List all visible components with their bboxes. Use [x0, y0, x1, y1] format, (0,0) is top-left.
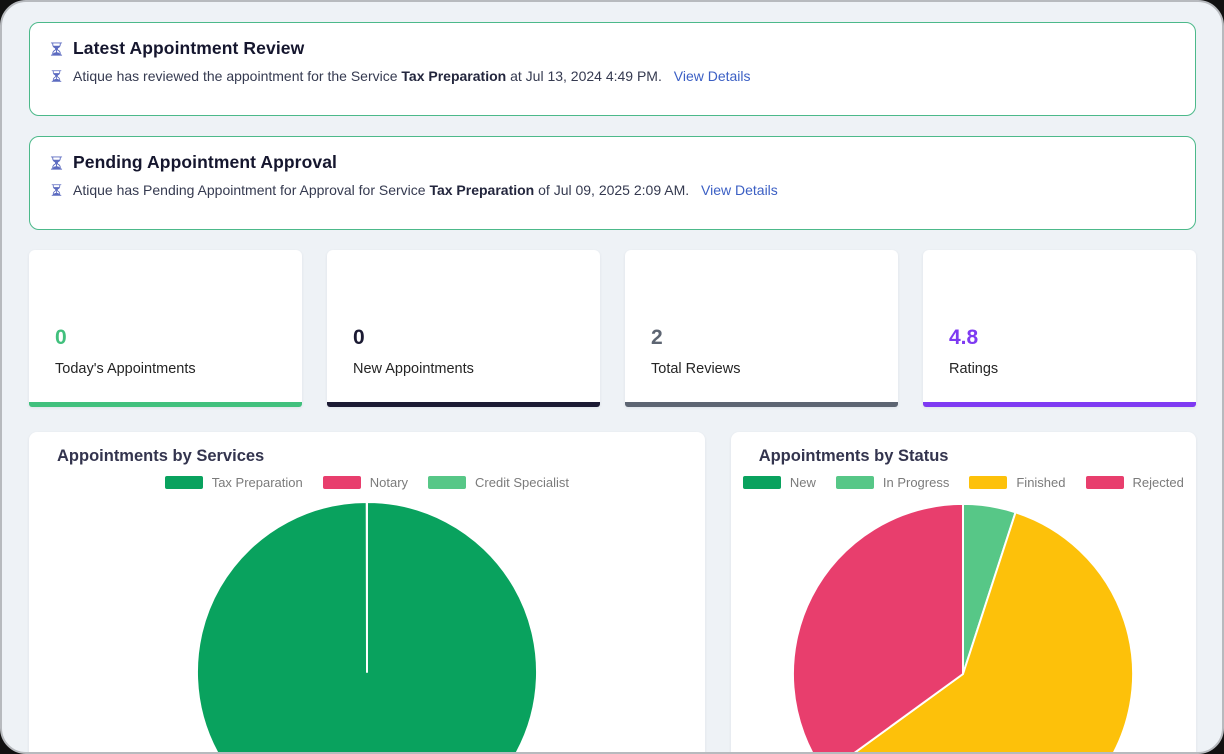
pie-svg	[788, 499, 1138, 754]
dashboard-content: Latest Appointment Review Atique has rev…	[2, 2, 1222, 754]
chart-legend: New In Progress Finished Rejected	[731, 475, 1196, 490]
legend-swatch	[969, 476, 1007, 489]
stat-label: New Appointments	[353, 361, 574, 377]
stats-row: 0 Today's Appointments 0 New Appointment…	[29, 250, 1196, 407]
charts-row: Appointments by Services Tax Preparation…	[29, 432, 1196, 754]
view-details-link[interactable]: View Details	[701, 182, 778, 198]
legend-swatch	[1086, 476, 1124, 489]
legend-swatch	[428, 476, 466, 489]
legend-item[interactable]: Finished	[969, 475, 1065, 490]
legend-item[interactable]: Notary	[323, 475, 408, 490]
legend-label: Credit Specialist	[475, 475, 569, 490]
legend-item[interactable]: Credit Specialist	[428, 475, 569, 490]
pie-chart-status	[731, 499, 1196, 754]
legend-item[interactable]: Rejected	[1086, 475, 1184, 490]
chart-title: Appointments by Status	[731, 447, 1196, 466]
stat-card-new-appointments: 0 New Appointments	[327, 250, 600, 407]
stat-value: 4.8	[949, 327, 1170, 348]
stat-card-ratings: 4.8 Ratings	[923, 250, 1196, 407]
legend-swatch	[836, 476, 874, 489]
stat-card-total-reviews: 2 Total Reviews	[625, 250, 898, 407]
legend-label: Finished	[1016, 475, 1065, 490]
legend-label: New	[790, 475, 816, 490]
chart-legend: Tax Preparation Notary Credit Specialist	[29, 475, 705, 490]
legend-item[interactable]: New	[743, 475, 816, 490]
service-name: Tax Preparation	[429, 182, 534, 198]
chart-title: Appointments by Services	[29, 447, 705, 466]
legend-label: Rejected	[1133, 475, 1184, 490]
view-details-link[interactable]: View Details	[674, 68, 751, 84]
banner-message: Atique has reviewed the appointment for …	[73, 68, 751, 84]
legend-swatch	[743, 476, 781, 489]
hourglass-icon	[49, 155, 64, 171]
legend-swatch	[165, 476, 203, 489]
chart-card-appointments-by-services: Appointments by Services Tax Preparation…	[29, 432, 705, 754]
legend-label: Notary	[370, 475, 408, 490]
pie-chart-services	[29, 499, 705, 754]
legend-swatch	[323, 476, 361, 489]
hourglass-icon	[49, 41, 64, 57]
stat-label: Ratings	[949, 361, 1170, 377]
pie-slice[interactable]	[197, 502, 537, 754]
banner-message: Atique has Pending Appointment for Appro…	[73, 182, 778, 198]
latest-review-banner: Latest Appointment Review Atique has rev…	[29, 22, 1196, 116]
stat-card-todays-appointments: 0 Today's Appointments	[29, 250, 302, 407]
service-name: Tax Preparation	[401, 68, 506, 84]
stat-value: 2	[651, 327, 872, 348]
hourglass-icon	[50, 183, 63, 197]
legend-item[interactable]: In Progress	[836, 475, 949, 490]
pending-approval-banner: Pending Appointment Approval Atique has …	[29, 136, 1196, 230]
chart-card-appointments-by-status: Appointments by Status New In Progress Fin…	[731, 432, 1196, 754]
pie-svg	[194, 499, 540, 754]
banner-title: Pending Appointment Approval	[73, 152, 337, 173]
hourglass-icon	[50, 69, 63, 83]
legend-label: In Progress	[883, 475, 949, 490]
app-window: Latest Appointment Review Atique has rev…	[0, 0, 1224, 754]
stat-label: Today's Appointments	[55, 361, 276, 377]
stat-label: Total Reviews	[651, 361, 872, 377]
banner-title: Latest Appointment Review	[73, 38, 304, 59]
stat-value: 0	[353, 327, 574, 348]
legend-label: Tax Preparation	[212, 475, 303, 490]
legend-item[interactable]: Tax Preparation	[165, 475, 303, 490]
stat-value: 0	[55, 327, 276, 348]
